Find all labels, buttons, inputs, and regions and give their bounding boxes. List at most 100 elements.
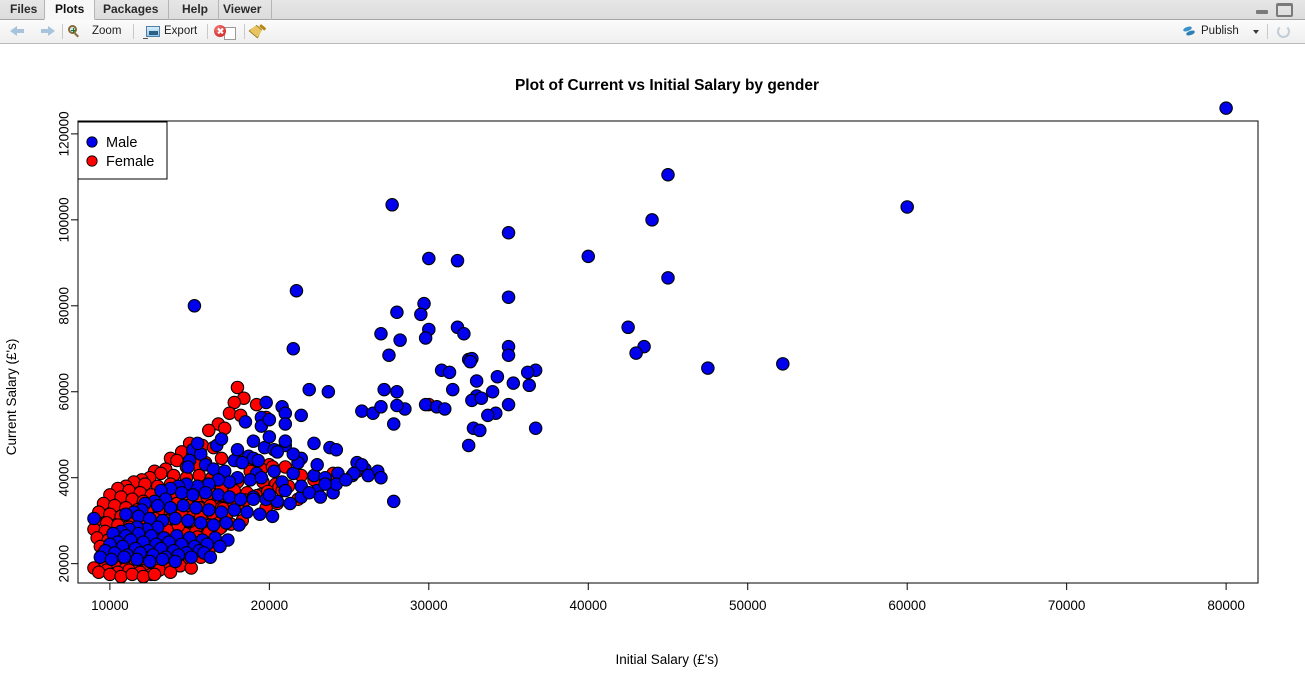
data-point <box>390 305 404 319</box>
scatter-plot: Plot of Current vs Initial Salary by gen… <box>4 77 1259 667</box>
refresh-button[interactable] <box>1274 20 1298 43</box>
data-point <box>262 430 277 444</box>
legend-label-female: Female <box>106 154 154 170</box>
tab-packages[interactable]: Packages <box>93 0 170 20</box>
data-point <box>469 374 484 388</box>
tab-help[interactable]: Help <box>172 0 220 20</box>
data-point <box>254 470 269 485</box>
data-point <box>243 473 257 487</box>
data-point <box>461 438 476 453</box>
back-button[interactable] <box>6 20 30 43</box>
data-point <box>91 565 106 580</box>
data-point <box>150 498 165 513</box>
clear-all-plots-button[interactable] <box>250 20 274 43</box>
tab-files[interactable]: Files <box>0 0 49 20</box>
tab-plots[interactable]: Plots <box>44 0 96 20</box>
zoom-button[interactable]: Zoom <box>68 20 121 43</box>
data-point <box>114 569 128 584</box>
data-point <box>393 333 407 347</box>
data-point <box>87 511 101 526</box>
data-point <box>418 331 433 345</box>
data-point <box>520 365 535 380</box>
data-point <box>629 346 643 360</box>
data-point <box>374 326 388 341</box>
data-point <box>473 423 487 438</box>
data-point <box>168 554 183 569</box>
data-point <box>181 513 195 528</box>
export-button-label: Export <box>164 25 198 37</box>
data-point <box>267 464 281 479</box>
magnifier-icon <box>68 25 77 34</box>
data-point <box>262 412 277 427</box>
data-point <box>246 492 261 506</box>
data-point <box>501 397 516 412</box>
y-tick-label: 20000 <box>57 545 72 583</box>
data-point <box>176 498 190 513</box>
data-point <box>414 307 428 322</box>
data-point <box>386 417 401 431</box>
data-point <box>251 453 265 468</box>
data-point <box>374 400 388 414</box>
data-point <box>294 408 308 423</box>
data-point <box>386 494 401 509</box>
data-point <box>235 455 249 470</box>
maximize-icon[interactable] <box>1276 3 1293 17</box>
data-points <box>87 101 1233 584</box>
zoom-button-label: Zoom <box>92 25 122 37</box>
data-point <box>321 384 336 399</box>
data-point <box>361 468 375 483</box>
plot-title: Plot of Current vs Initial Salary by gen… <box>515 77 819 94</box>
x-tick-label: 30000 <box>410 598 448 613</box>
data-point <box>438 402 452 416</box>
data-point <box>130 552 144 567</box>
data-point <box>262 488 277 502</box>
y-tick-label: 80000 <box>57 287 72 325</box>
x-tick-label: 50000 <box>729 598 767 613</box>
data-point <box>385 198 399 212</box>
data-point <box>522 378 537 393</box>
data-point <box>230 443 245 457</box>
axes: 10000 20000 30000 40000 50000 60000 70000 80000… <box>57 111 1259 613</box>
data-point <box>187 299 202 313</box>
data-point <box>219 516 234 530</box>
data-point <box>286 342 301 356</box>
x-axis-title: Initial Salary (£'s) <box>615 652 718 667</box>
export-button[interactable]: Export <box>140 20 227 43</box>
data-point <box>125 567 139 582</box>
data-point <box>339 473 353 487</box>
data-point <box>259 395 273 410</box>
legend-label-male: Male <box>106 135 137 151</box>
tab-viewer[interactable]: Viewer <box>213 0 273 20</box>
data-point <box>490 369 505 384</box>
data-point <box>776 357 790 371</box>
data-point <box>190 436 205 451</box>
data-point <box>93 550 108 564</box>
data-point <box>227 503 242 517</box>
data-point <box>270 445 285 459</box>
data-point <box>661 271 675 285</box>
pane-tabbar: Files Plots Packages Help Viewer <box>0 0 1305 20</box>
remove-icon <box>214 25 226 37</box>
forward-button[interactable] <box>36 20 60 43</box>
remove-plot-button[interactable] <box>212 20 246 43</box>
y-tick-label: 60000 <box>57 373 72 411</box>
publish-button[interactable]: Publish <box>1182 20 1259 43</box>
data-point <box>310 458 324 472</box>
x-tick-label: 80000 <box>1207 598 1245 613</box>
data-point <box>374 470 388 485</box>
y-tick-label: 40000 <box>57 459 72 497</box>
x-tick-label: 70000 <box>1048 598 1086 613</box>
plot-legend: Male Female <box>77 121 168 180</box>
data-point <box>485 384 500 399</box>
data-point <box>174 485 189 500</box>
data-point <box>117 550 131 564</box>
data-point <box>103 567 117 582</box>
x-tick-label: 40000 <box>569 598 607 613</box>
data-point <box>445 382 460 397</box>
data-point <box>501 348 516 362</box>
minimize-icon[interactable] <box>1255 3 1270 15</box>
data-point <box>474 391 489 405</box>
rstudio-plots-pane: Files Plots Packages Help Viewer Zoom Ex… <box>0 0 1305 688</box>
broom-icon <box>252 24 268 40</box>
data-point <box>313 490 328 504</box>
